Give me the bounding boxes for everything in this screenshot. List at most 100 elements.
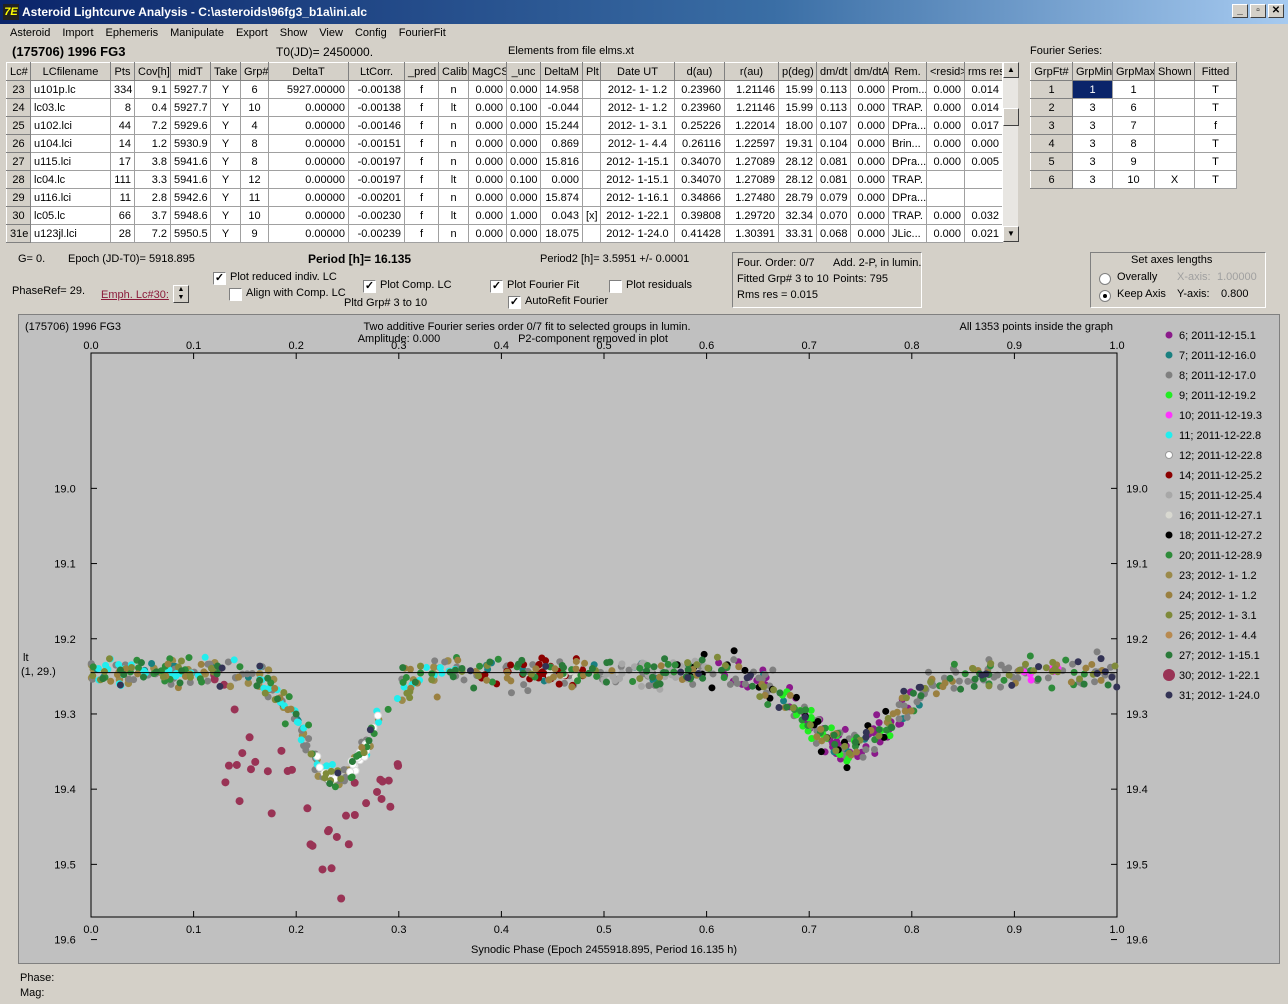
table-cell[interactable]: u104.lci <box>30 134 111 153</box>
table-cell[interactable]: lc04.lc <box>30 170 111 189</box>
table-cell[interactable]: 0.000 <box>850 152 889 171</box>
table-cell[interactable]: 0.000 <box>468 206 507 225</box>
table-cell[interactable]: 0.000 <box>850 98 889 117</box>
table-cell[interactable]: 0.000 <box>468 80 507 99</box>
table-cell[interactable]: 0.017 <box>964 116 1003 135</box>
table-cell[interactable]: 0.000 <box>850 170 889 189</box>
table-cell[interactable]: 0.068 <box>816 224 851 243</box>
table-cell[interactable]: -0.00138 <box>348 80 405 99</box>
table-cell[interactable]: 7 <box>1112 116 1155 135</box>
table-cell[interactable]: DPra... <box>888 188 927 207</box>
table-cell[interactable]: -0.00201 <box>348 188 405 207</box>
table-cell[interactable]: 0.26116 <box>674 134 725 153</box>
table-cell[interactable]: 3 <box>1072 98 1113 117</box>
table-cell[interactable]: 3 <box>1072 152 1113 171</box>
table-cell[interactable] <box>582 80 601 99</box>
table-cell[interactable]: 0.25226 <box>674 116 725 135</box>
table-cell[interactable] <box>964 170 1003 189</box>
table-cell[interactable]: 0.23960 <box>674 98 725 117</box>
menu-config[interactable]: Config <box>349 24 393 42</box>
table-cell[interactable]: 0.000 <box>468 224 507 243</box>
period-value[interactable]: Period [h]= 16.135 <box>308 252 411 266</box>
table-cell[interactable]: 0.34866 <box>674 188 725 207</box>
table-cell[interactable]: Y <box>210 80 241 99</box>
menu-asteroid[interactable]: Asteroid <box>4 24 56 42</box>
table-cell[interactable]: 1.21146 <box>724 98 779 117</box>
table-cell[interactable]: 0.000 <box>926 152 965 171</box>
table-cell[interactable]: 10 <box>240 98 269 117</box>
menu-import[interactable]: Import <box>56 24 99 42</box>
lc-col-header[interactable]: <resid> <box>926 62 965 81</box>
menu-export[interactable]: Export <box>230 24 274 42</box>
table-scrollbar[interactable]: ▲ ▼ <box>1002 62 1019 242</box>
table-cell[interactable]: 0.000 <box>850 134 889 153</box>
table-cell[interactable]: f <box>404 170 439 189</box>
table-cell[interactable]: Y <box>210 188 241 207</box>
table-cell[interactable]: 2012- 1-15.1 <box>600 170 675 189</box>
table-cell[interactable]: 0.000 <box>926 80 965 99</box>
table-cell[interactable]: 334 <box>110 80 135 99</box>
table-cell[interactable]: 12 <box>240 170 269 189</box>
table-cell[interactable]: Y <box>210 98 241 117</box>
table-cell[interactable]: Y <box>210 134 241 153</box>
table-cell[interactable]: 0.00000 <box>268 206 349 225</box>
lc-col-header[interactable]: p(deg) <box>778 62 817 81</box>
table-cell[interactable]: 1.22597 <box>724 134 779 153</box>
table-cell[interactable]: 0.00000 <box>268 188 349 207</box>
table-cell[interactable]: T <box>1194 170 1237 189</box>
table-cell[interactable]: -0.00197 <box>348 152 405 171</box>
lc-col-header[interactable]: rms res <box>964 62 1003 81</box>
table-cell[interactable]: n <box>438 188 469 207</box>
table-cell[interactable]: 8 <box>110 98 135 117</box>
row-header[interactable]: 23 <box>6 80 31 99</box>
table-row[interactable]: 28 lc04.lc 111 3.3 5941.6 Y 12 0.00000 -0.00197 f… <box>6 170 1003 189</box>
table-row[interactable]: 539 T <box>1030 152 1237 171</box>
table-row[interactable]: 29 u116.lci 11 2.8 5942.6 Y 11 0.00000 -0.00201 f… <box>6 188 1003 207</box>
table-cell[interactable]: 15.874 <box>540 188 583 207</box>
table-cell[interactable]: 1.21146 <box>724 80 779 99</box>
table-cell[interactable]: 0.000 <box>506 188 541 207</box>
table-cell[interactable]: lc05.lc <box>30 206 111 225</box>
keep-axis-radio[interactable] <box>1099 290 1111 302</box>
table-cell[interactable]: 5950.5 <box>170 224 211 243</box>
table-cell[interactable]: u116.lci <box>30 188 111 207</box>
table-cell[interactable]: 0.113 <box>816 80 851 99</box>
table-cell[interactable]: 0.014 <box>964 98 1003 117</box>
table-cell[interactable]: 0.00000 <box>268 98 349 117</box>
table-cell[interactable]: 1.27089 <box>724 152 779 171</box>
scroll-up-icon[interactable]: ▲ <box>1003 62 1019 78</box>
lc-col-header[interactable]: _pred <box>404 62 439 81</box>
table-cell[interactable]: 0.032 <box>964 206 1003 225</box>
lc-col-header[interactable]: Lc# <box>6 62 31 81</box>
table-row[interactable]: 111T <box>1030 80 1237 99</box>
table-cell[interactable]: 14.958 <box>540 80 583 99</box>
table-cell[interactable]: 0.000 <box>506 224 541 243</box>
table-cell[interactable]: 0.000 <box>850 206 889 225</box>
table-cell[interactable] <box>582 98 601 117</box>
row-header[interactable]: 31e <box>6 224 31 243</box>
table-cell[interactable] <box>1154 80 1195 99</box>
table-cell[interactable]: 0.39808 <box>674 206 725 225</box>
table-cell[interactable]: 1 <box>1112 80 1155 99</box>
row-header[interactable]: 27 <box>6 152 31 171</box>
table-cell[interactable]: 0.000 <box>850 188 889 207</box>
lc-col-header[interactable]: LtCorr. <box>348 62 405 81</box>
table-cell[interactable]: DPra... <box>888 116 927 135</box>
table-cell[interactable]: 0.000 <box>506 134 541 153</box>
menu-show[interactable]: Show <box>274 24 314 42</box>
row-header[interactable]: 24 <box>6 98 31 117</box>
table-cell[interactable]: Y <box>210 170 241 189</box>
table-cell[interactable]: 6 <box>240 80 269 99</box>
table-cell[interactable]: -0.044 <box>540 98 583 117</box>
table-cell[interactable]: 0.021 <box>964 224 1003 243</box>
table-cell[interactable]: u101p.lc <box>30 80 111 99</box>
table-cell[interactable]: 10 <box>1112 170 1155 189</box>
table-cell[interactable]: 8 <box>1112 134 1155 153</box>
table-cell[interactable] <box>582 170 601 189</box>
table-cell[interactable]: 0.23960 <box>674 80 725 99</box>
table-cell[interactable]: 0.000 <box>850 80 889 99</box>
table-cell[interactable]: f <box>404 80 439 99</box>
table-cell[interactable]: u123jl.lci <box>30 224 111 243</box>
table-cell[interactable]: Y <box>210 206 241 225</box>
table-cell[interactable]: DPra... <box>888 152 927 171</box>
